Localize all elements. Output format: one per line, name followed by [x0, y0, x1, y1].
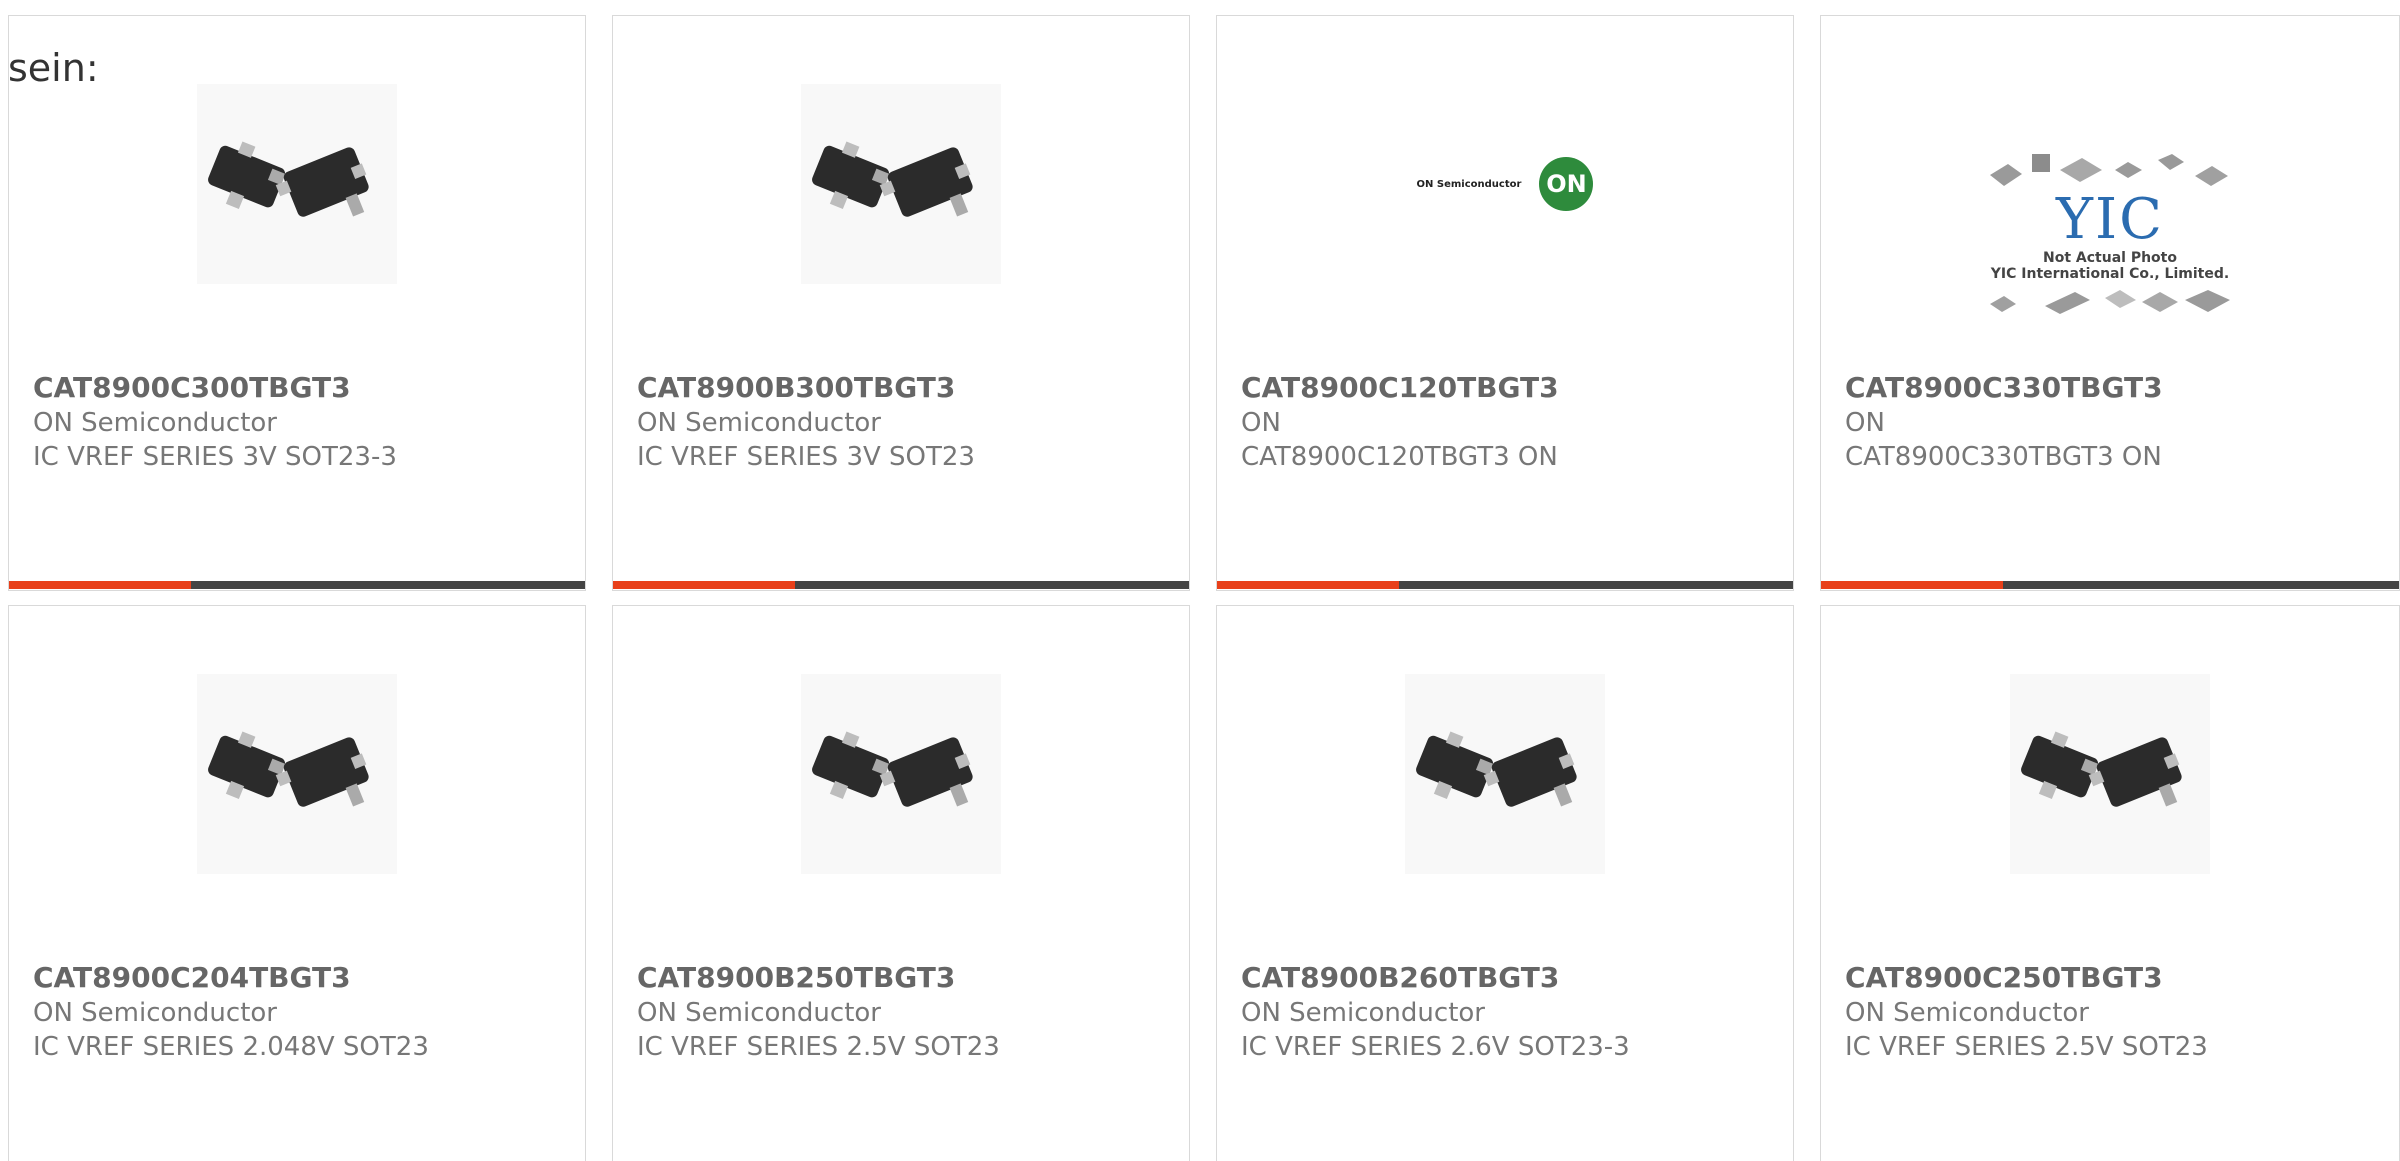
product-card[interactable]: CAT8900C204TBGT3 ON Semiconductor IC VRE…	[8, 605, 586, 1161]
on-logo-icon: ON	[1539, 157, 1594, 211]
part-number-link[interactable]: CAT8900B300TBGT3	[637, 371, 955, 404]
on-semiconductor-logo: ON Semiconductor ON	[1365, 84, 1645, 284]
description: IC VREF SERIES 2.5V SOT23	[1845, 1032, 2208, 1062]
product-image[interactable]	[9, 84, 585, 284]
chip-shapes-icon	[1990, 154, 2228, 186]
yic-logo: YIC	[2056, 187, 2164, 252]
manufacturer: ON Semiconductor	[33, 408, 277, 438]
sot23-chip-photo	[801, 674, 1001, 874]
card-accent-bar	[1217, 581, 1399, 589]
product-card[interactable]: CAT8900B300TBGT3 ON Semiconductor IC VRE…	[612, 15, 1190, 591]
product-image[interactable]	[1821, 674, 2399, 874]
part-number-link[interactable]: CAT8900C204TBGT3	[33, 961, 351, 994]
not-actual-photo-caption: Not Actual Photo	[2043, 250, 2177, 266]
product-image[interactable]	[613, 674, 1189, 874]
part-number-link[interactable]: CAT8900C330TBGT3	[1845, 371, 2163, 404]
part-number-link[interactable]: CAT8900C250TBGT3	[1845, 961, 2163, 994]
manufacturer: ON Semiconductor	[1241, 998, 1485, 1028]
manufacturer: ON Semiconductor	[1845, 998, 2089, 1028]
card-accent-bar	[1821, 581, 2003, 589]
description: IC VREF SERIES 2.6V SOT23-3	[1241, 1032, 1630, 1062]
manufacturer: ON	[1241, 408, 1281, 438]
card-accent-bar	[9, 581, 191, 589]
manufacturer: ON Semiconductor	[637, 998, 881, 1028]
product-image[interactable]	[9, 674, 585, 874]
part-number-link[interactable]: CAT8900B250TBGT3	[637, 961, 955, 994]
product-image[interactable]: ON Semiconductor ON	[1217, 84, 1793, 284]
description: IC VREF SERIES 2.048V SOT23	[33, 1032, 429, 1062]
product-card[interactable]: CAT8900C300TBGT3 ON Semiconductor IC VRE…	[8, 15, 586, 591]
card-bottom-bar	[613, 581, 1189, 589]
product-image[interactable]: YIC Not Actual Photo YIC International C…	[1821, 106, 2399, 366]
product-card[interactable]: ON Semiconductor ON CAT8900C120TBGT3 ON …	[1216, 15, 1794, 591]
description: CAT8900C120TBGT3 ON	[1241, 442, 1558, 472]
product-card[interactable]: YIC Not Actual Photo YIC International C…	[1820, 15, 2400, 591]
manufacturer: ON	[1845, 408, 1885, 438]
product-image[interactable]	[613, 84, 1189, 284]
heading-fragment: sein:	[8, 46, 99, 90]
product-card[interactable]: CAT8900B250TBGT3 ON Semiconductor IC VRE…	[612, 605, 1190, 1161]
yic-company-caption: YIC International Co., Limited.	[1990, 266, 2230, 282]
description: IC VREF SERIES 3V SOT23	[637, 442, 975, 472]
part-number-link[interactable]: CAT8900C120TBGT3	[1241, 371, 1559, 404]
card-bottom-bar	[1217, 581, 1793, 589]
manufacturer: ON Semiconductor	[33, 998, 277, 1028]
card-bottom-bar	[9, 581, 585, 589]
sot23-chip-photo	[1405, 674, 1605, 874]
on-semiconductor-wordmark: ON Semiconductor	[1416, 178, 1522, 190]
description: CAT8900C330TBGT3 ON	[1845, 442, 2162, 472]
product-image[interactable]	[1217, 674, 1793, 874]
sot23-chip-photo	[197, 674, 397, 874]
manufacturer: ON Semiconductor	[637, 408, 881, 438]
card-bottom-bar	[1821, 581, 2399, 589]
product-card[interactable]: CAT8900B260TBGT3 ON Semiconductor IC VRE…	[1216, 605, 1794, 1161]
product-card[interactable]: CAT8900C250TBGT3 ON Semiconductor IC VRE…	[1820, 605, 2400, 1161]
description: IC VREF SERIES 2.5V SOT23	[637, 1032, 1000, 1062]
description: IC VREF SERIES 3V SOT23-3	[33, 442, 397, 472]
yic-placeholder: YIC Not Actual Photo YIC International C…	[1970, 116, 2250, 356]
part-number-link[interactable]: CAT8900B260TBGT3	[1241, 961, 1559, 994]
product-grid: sein: CAT8900C300TBGT3 ON Semiconductor …	[0, 0, 2400, 1161]
chip-shapes-icon	[1990, 290, 2230, 314]
part-number-link[interactable]: CAT8900C300TBGT3	[33, 371, 351, 404]
card-accent-bar	[613, 581, 795, 589]
sot23-chip-photo	[801, 84, 1001, 284]
sot23-chip-photo	[197, 84, 397, 284]
sot23-chip-photo	[2010, 674, 2210, 874]
